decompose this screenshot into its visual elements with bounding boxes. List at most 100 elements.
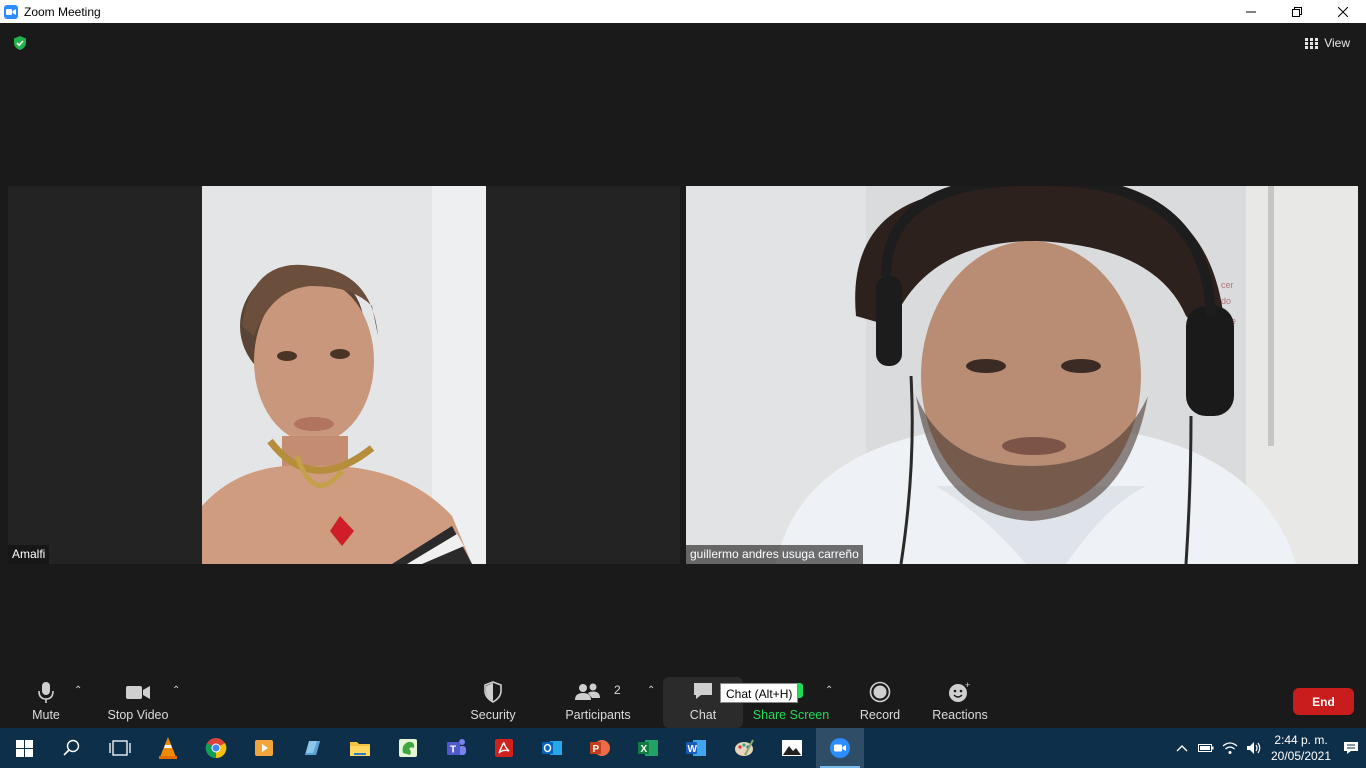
notes-app[interactable] (288, 728, 336, 768)
teams-app[interactable]: T (432, 728, 480, 768)
svg-text:cer: cer (1221, 280, 1234, 290)
powerpoint-icon: P (590, 740, 610, 756)
encryption-shield-icon[interactable] (12, 35, 28, 51)
title-bar: Zoom Meeting (0, 0, 1366, 23)
mute-label: Mute (32, 708, 60, 722)
media-player-icon (255, 740, 273, 756)
vlc-app[interactable] (144, 728, 192, 768)
view-label: View (1324, 36, 1350, 50)
participant-name-tag: Amalfi (8, 545, 50, 564)
zoom-app: Zoom Meeting View Amalfi cer ado guiller… (0, 0, 1366, 768)
video-camera-icon (125, 681, 151, 706)
word-app[interactable]: W (672, 728, 720, 768)
participants-icon (574, 681, 602, 706)
grid-view-icon (1305, 37, 1319, 49)
zoom-icon (830, 738, 850, 758)
volume-icon[interactable] (1242, 728, 1266, 768)
close-button[interactable] (1320, 0, 1366, 23)
close-icon (1338, 6, 1348, 17)
start-button[interactable] (0, 728, 48, 768)
chrome-app[interactable] (192, 728, 240, 768)
acrobat-app[interactable] (480, 728, 528, 768)
svg-text:X: X (641, 744, 648, 755)
view-button[interactable]: View (1299, 32, 1356, 54)
participant-video (202, 186, 486, 564)
chat-bubble-icon (692, 681, 714, 704)
stop-video-label: Stop Video (107, 708, 169, 722)
window-controls (1228, 0, 1366, 23)
system-clock[interactable]: 2:44 p. m. 20/05/2021 (1266, 732, 1336, 764)
participants-label: Participants (565, 708, 631, 722)
restore-button[interactable] (1274, 0, 1320, 23)
svg-text:P: P (593, 744, 600, 755)
outlook-app[interactable] (528, 728, 576, 768)
participant-video-image: cer ado de (686, 186, 1358, 564)
excel-icon: X (638, 740, 658, 756)
window-title: Zoom Meeting (24, 4, 101, 19)
paint-palette-icon (735, 739, 754, 756)
share-options-caret-icon[interactable]: ⌃ (825, 685, 833, 696)
mute-button[interactable]: Mute (22, 677, 70, 728)
participants-options-caret-icon[interactable]: ⌃ (647, 685, 655, 696)
reactions-label: Reactions (932, 708, 988, 722)
participant-video-image (202, 186, 486, 564)
svg-text:+: + (965, 681, 970, 690)
record-button[interactable]: Record (856, 677, 904, 728)
participants-count: 2 (614, 683, 621, 697)
clock-date: 20/05/2021 (1270, 749, 1332, 763)
video-options-caret-icon[interactable]: ⌃ (172, 685, 180, 696)
share-screen-label: Share Screen (752, 708, 830, 722)
reactions-button[interactable]: + Reactions (930, 677, 990, 728)
battery-icon[interactable] (1194, 728, 1218, 768)
chrome-icon (205, 738, 227, 759)
teams-icon: T (447, 739, 466, 756)
powerpoint-app[interactable]: P (576, 728, 624, 768)
meeting-toolbar: Mute ⌃ Stop Video ⌃ Security 2 Participa… (0, 677, 1366, 728)
stop-video-button[interactable]: Stop Video (104, 677, 172, 728)
record-icon (869, 681, 891, 706)
excel-app[interactable]: X (624, 728, 672, 768)
green-app-icon (399, 739, 417, 757)
participants-button[interactable]: 2 Participants (564, 677, 632, 728)
video-tile-guillermo[interactable]: cer ado de guillermo andres usuga carreñ… (686, 186, 1358, 564)
clock-time: 2:44 p. m. (1274, 733, 1328, 747)
task-view-button[interactable] (96, 728, 144, 768)
task-view-icon (109, 740, 131, 756)
media-player-app[interactable] (240, 728, 288, 768)
svg-text:W: W (688, 744, 698, 755)
svg-text:T: T (450, 745, 456, 756)
minimize-icon (1246, 11, 1256, 12)
word-icon: W (686, 740, 706, 756)
chat-tooltip: Chat (Alt+H) (720, 683, 799, 703)
photos-app[interactable] (768, 728, 816, 768)
minimize-button[interactable] (1228, 0, 1274, 23)
audio-options-caret-icon[interactable]: ⌃ (74, 685, 82, 696)
end-meeting-button[interactable]: End (1293, 688, 1354, 715)
notes-icon (305, 741, 320, 755)
search-button[interactable] (48, 728, 96, 768)
security-label: Security (470, 708, 516, 722)
zoom-app-taskbar[interactable] (816, 728, 864, 768)
search-icon (63, 739, 80, 756)
file-explorer-app[interactable] (336, 728, 384, 768)
vlc-cone-icon (159, 737, 177, 759)
folder-icon (350, 742, 370, 756)
restore-icon (1292, 6, 1302, 17)
show-hidden-icons-chevron-icon[interactable] (1170, 728, 1194, 768)
photos-icon (782, 740, 802, 756)
notifications-icon[interactable] (1336, 728, 1366, 768)
wifi-icon[interactable] (1218, 728, 1242, 768)
meeting-area: View Amalfi cer ado guillermo andres usu… (0, 23, 1366, 677)
outlook-icon (542, 741, 562, 755)
video-tile-amalfi[interactable]: Amalfi (8, 186, 680, 564)
participant-name-tag: guillermo andres usuga carreño (686, 545, 863, 564)
chat-label: Chat (689, 708, 717, 722)
security-button[interactable]: Security (466, 677, 520, 728)
microphone-icon (37, 681, 55, 708)
paint-app[interactable] (720, 728, 768, 768)
reactions-smiley-icon: + (948, 680, 972, 706)
acrobat-icon (495, 739, 513, 757)
security-shield-icon (483, 681, 503, 706)
system-tray: 2:44 p. m. 20/05/2021 (1170, 728, 1366, 768)
green-app[interactable] (384, 728, 432, 768)
